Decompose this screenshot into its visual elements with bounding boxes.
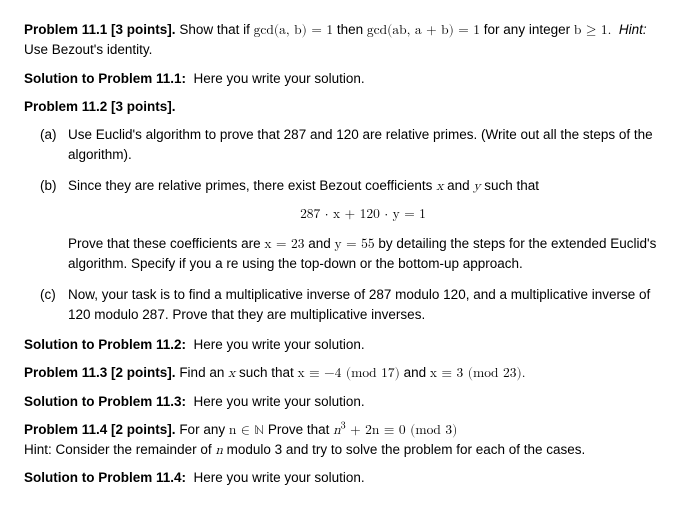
heading-11-4: Problem 11.4 [2 points]. <box>24 422 176 437</box>
marker: (b) <box>40 176 57 196</box>
math: x ≡ 3 (mod 23). <box>430 366 526 380</box>
text: Now, your task is to find a multiplicati… <box>68 287 650 322</box>
sol-text: Here you write your solution. <box>194 71 365 86</box>
marker: (c) <box>40 285 56 305</box>
math: x ≡ −4 (mod 17) <box>298 366 400 380</box>
solution-11-2: Solution to Problem 11.2: Here you write… <box>24 335 658 355</box>
text: such that <box>235 365 297 380</box>
heading-11-1: Problem 11.1 [3 points]. <box>24 22 176 37</box>
math: n ∈ ℕ <box>229 423 264 437</box>
text: then <box>333 22 367 37</box>
problem-11-1: Problem 11.1 [3 points]. Show that if gc… <box>24 20 658 61</box>
equation: 287 · x + 120 · y = 1 <box>68 204 658 224</box>
var: n <box>215 443 223 457</box>
hint-text2: modulo 3 and try to solve the problem fo… <box>223 442 585 457</box>
text: Prove that these coefficients are <box>68 236 264 251</box>
text: for any integer <box>480 22 574 37</box>
text: Prove that <box>264 422 333 437</box>
sol-label: Solution to Problem 11.4: <box>24 470 186 485</box>
text: For any <box>179 422 229 437</box>
problem-11-2-heading: Problem 11.2 [3 points]. <box>24 97 658 117</box>
sol-label: Solution to Problem 11.3: <box>24 394 186 409</box>
var: n <box>333 423 341 437</box>
heading-11-2: Problem 11.2 [3 points]. <box>24 99 176 114</box>
item-a: (a) Use Euclid's algorithm to prove that… <box>24 125 658 166</box>
text: Find an <box>179 365 228 380</box>
text: Since they are relative primes, there ex… <box>68 178 436 193</box>
hint-label: Hint: <box>619 22 647 37</box>
math: gcd(a, b) = 1 <box>254 23 333 37</box>
item-b: (b) Since they are relative primes, ther… <box>24 176 658 275</box>
sol-text: Here you write your solution. <box>194 470 365 485</box>
math: b ≥ 1. <box>574 23 611 37</box>
sol-text: Here you write your solution. <box>194 337 365 352</box>
solution-11-4: Solution to Problem 11.4: Here you write… <box>24 468 658 488</box>
hint-text: Use Bezout's identity. <box>24 42 152 57</box>
sol-label: Solution to Problem 11.1: <box>24 71 186 86</box>
solution-11-1: Solution to Problem 11.1: Here you write… <box>24 69 658 89</box>
problem-11-3: Problem 11.3 [2 points]. Find an x such … <box>24 363 658 383</box>
marker: (a) <box>40 125 57 145</box>
math: gcd(ab, a + b) = 1 <box>367 23 480 37</box>
heading-11-3: Problem 11.3 [2 points]. <box>24 365 176 380</box>
text: such that <box>481 178 540 193</box>
text: and <box>443 178 473 193</box>
text: Show that if <box>179 22 253 37</box>
problem-11-4: Problem 11.4 [2 points]. For any n ∈ ℕ P… <box>24 420 658 461</box>
sol-label: Solution to Problem 11.2: <box>24 337 186 352</box>
math: n3 + 2n ≡ 0 (mod 3) <box>333 423 457 437</box>
hint-text: Hint: Consider the remainder of <box>24 442 215 457</box>
math: y = 55 <box>335 237 375 251</box>
problem-11-2-list: (a) Use Euclid's algorithm to prove that… <box>24 125 658 325</box>
math: x = 23 <box>264 237 304 251</box>
solution-11-3: Solution to Problem 11.3: Here you write… <box>24 392 658 412</box>
suf: + 2n ≡ 0 (mod 3) <box>346 423 458 437</box>
var: y <box>473 179 480 193</box>
text: and <box>400 365 430 380</box>
sol-text: Here you write your solution. <box>194 394 365 409</box>
item-c: (c) Now, your task is to find a multipli… <box>24 285 658 326</box>
text: and <box>304 236 334 251</box>
text: Use Euclid's algorithm to prove that 287… <box>68 127 653 162</box>
